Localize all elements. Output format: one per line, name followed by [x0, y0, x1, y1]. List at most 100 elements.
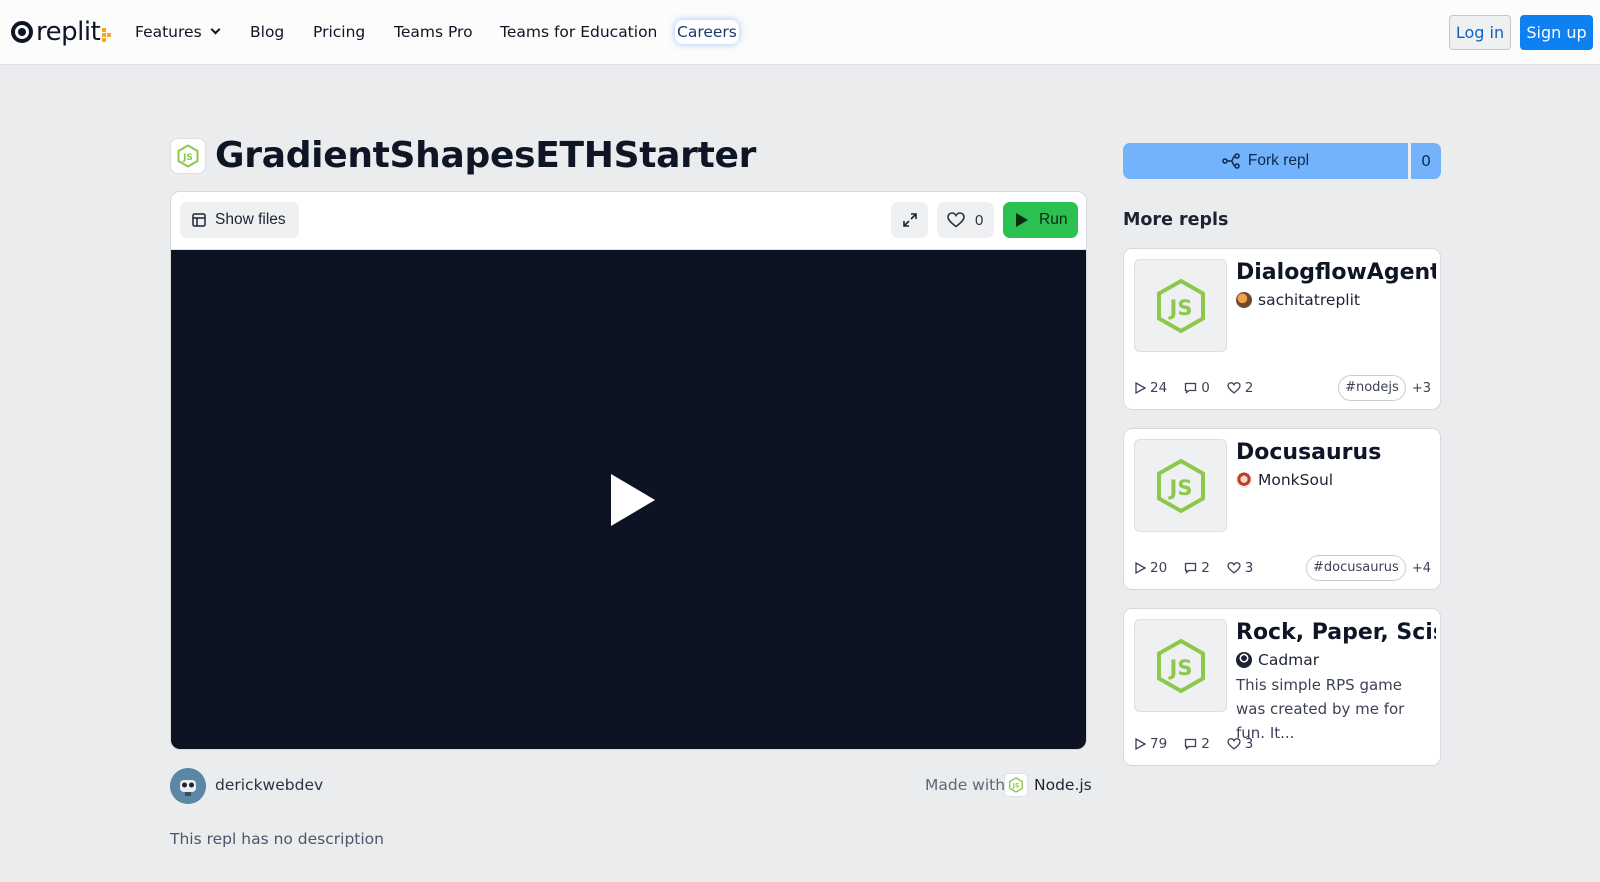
run-button[interactable]: Run	[1003, 202, 1078, 238]
author-name[interactable]: derickwebdev	[215, 774, 323, 796]
fork-repl-label: Fork repl	[1247, 152, 1310, 169]
likes-count: 2	[1244, 380, 1254, 396]
tag-pill[interactable]: #nodejs	[1338, 375, 1406, 401]
avatar	[1236, 292, 1252, 308]
like-button[interactable]: 0	[937, 202, 994, 238]
chevron-down-icon	[210, 24, 221, 35]
repl-card-tags: #nodejs +3	[1338, 375, 1431, 401]
repl-card-description: This simple RPS game was created by me f…	[1236, 676, 1405, 742]
runs-stat: 79	[1134, 736, 1167, 752]
nav-blog[interactable]: Blog	[250, 20, 284, 44]
login-button[interactable]: Log in	[1449, 15, 1511, 50]
files-icon	[192, 213, 206, 227]
likes-stat: 2	[1227, 380, 1254, 396]
heart-icon	[1227, 562, 1241, 574]
more-repls-heading: More repls	[1123, 210, 1229, 230]
runs-count: 79	[1150, 736, 1168, 752]
likes-count: 3	[1244, 560, 1254, 576]
signup-button[interactable]: Sign up	[1520, 15, 1593, 50]
language-link[interactable]: Node.js	[1034, 774, 1092, 796]
nav-teams-pro[interactable]: Teams Pro	[394, 20, 473, 44]
repl-card-author[interactable]: sachitatreplit	[1236, 289, 1360, 311]
repl-description: This repl has no description	[170, 830, 384, 848]
tag-pill[interactable]: #docusaurus	[1306, 555, 1406, 581]
repl-card-author[interactable]: Cadmar	[1236, 649, 1319, 671]
comments-stat: 0	[1184, 380, 1210, 396]
comments-stat: 2	[1184, 560, 1210, 576]
fork-repl-button[interactable]: Fork repl	[1123, 143, 1408, 179]
repl-card[interactable]: JS Rock, Paper, Scis... Cadmar This simp…	[1123, 608, 1441, 766]
comments-count: 0	[1201, 380, 1210, 396]
repl-card-stats: 79 2 3	[1134, 736, 1270, 752]
play-outline-icon	[1135, 382, 1146, 394]
likes-stat: 3	[1227, 560, 1254, 576]
repl-card-author-name: sachitatreplit	[1258, 291, 1360, 309]
heart-icon	[1227, 382, 1241, 394]
show-files-button[interactable]: Show files	[180, 202, 299, 238]
avatar	[1236, 472, 1252, 488]
repl-player: Show files 0 Run	[170, 191, 1087, 750]
play-outline-icon	[1135, 738, 1146, 750]
comments-count: 2	[1201, 736, 1210, 752]
likes-stat: 3	[1227, 736, 1254, 752]
repl-card-tags: #docusaurus +4	[1306, 555, 1431, 581]
nodejs-icon: JS	[1134, 259, 1227, 352]
more-tags-count[interactable]: +3	[1412, 381, 1431, 396]
comment-icon	[1185, 738, 1197, 750]
runs-count: 20	[1150, 560, 1168, 576]
repl-card-title: Rock, Paper, Scis...	[1236, 620, 1436, 645]
repl-output-stage[interactable]	[171, 250, 1086, 749]
runs-stat: 24	[1134, 380, 1167, 396]
repl-card-stats: 20 2 3	[1134, 560, 1270, 576]
comment-icon	[1185, 382, 1197, 394]
show-files-label: Show files	[215, 211, 286, 228]
more-tags-count[interactable]: +4	[1412, 561, 1431, 576]
svg-text:JS: JS	[1167, 656, 1192, 680]
svg-text:JS: JS	[1167, 476, 1192, 500]
runs-stat: 20	[1134, 560, 1167, 576]
big-play-icon[interactable]	[609, 472, 657, 528]
avatar	[1236, 652, 1252, 668]
made-with-label: Made with	[925, 776, 1006, 794]
logo-text: replit	[36, 17, 101, 47]
like-count: 0	[975, 211, 984, 229]
nodejs-icon: JS	[1134, 439, 1227, 532]
player-toolbar: Show files 0 Run	[171, 192, 1086, 250]
nav-pricing[interactable]: Pricing	[313, 20, 365, 44]
comments-count: 2	[1201, 560, 1210, 576]
play-outline-icon	[1135, 562, 1146, 574]
page-title: GradientShapesETHStarter	[215, 135, 757, 176]
repl-card-author-name: Cadmar	[1258, 651, 1320, 669]
author-avatar[interactable]	[170, 768, 206, 804]
logo-dots-icon	[102, 28, 112, 42]
repl-card-title: DialogflowAgent...	[1236, 260, 1436, 285]
replit-logo-mark-icon	[11, 21, 33, 43]
repl-card-title: Docusaurus	[1236, 440, 1382, 465]
svg-text:JS: JS	[1167, 296, 1192, 320]
nav-features[interactable]: Features	[135, 20, 221, 44]
svg-text:JS: JS	[1012, 783, 1020, 790]
comment-icon	[1185, 562, 1197, 574]
svg-text:JS: JS	[182, 153, 193, 163]
likes-count: 3	[1244, 736, 1254, 752]
replit-logo[interactable]: replit	[11, 17, 112, 47]
repl-card[interactable]: JS DialogflowAgent... sachitatreplit 24 …	[1123, 248, 1441, 410]
repl-card-author[interactable]: MonkSoul	[1236, 469, 1333, 491]
nav-careers[interactable]: Careers	[675, 20, 739, 44]
repl-card-author-name: MonkSoul	[1258, 471, 1334, 489]
top-navbar: replit Features Blog Pricing Teams Pro T…	[0, 0, 1600, 65]
play-icon	[1016, 213, 1028, 227]
nav-teams-for-education[interactable]: Teams for Education	[500, 20, 657, 44]
repl-card-stats: 24 0 2	[1134, 380, 1270, 396]
repl-card[interactable]: JS Docusaurus MonkSoul 20 2 3 #docusauru…	[1123, 428, 1441, 590]
nodejs-icon: JS	[170, 138, 206, 174]
fork-count: 0	[1411, 143, 1441, 179]
expand-icon	[902, 213, 917, 227]
run-label: Run	[1039, 211, 1068, 228]
nav-features-label: Features	[135, 23, 202, 41]
heart-icon	[947, 212, 965, 228]
expand-button[interactable]	[891, 202, 928, 238]
nodejs-icon: JS	[1004, 773, 1028, 797]
nodejs-icon: JS	[1134, 619, 1227, 712]
fork-icon	[1222, 153, 1240, 169]
